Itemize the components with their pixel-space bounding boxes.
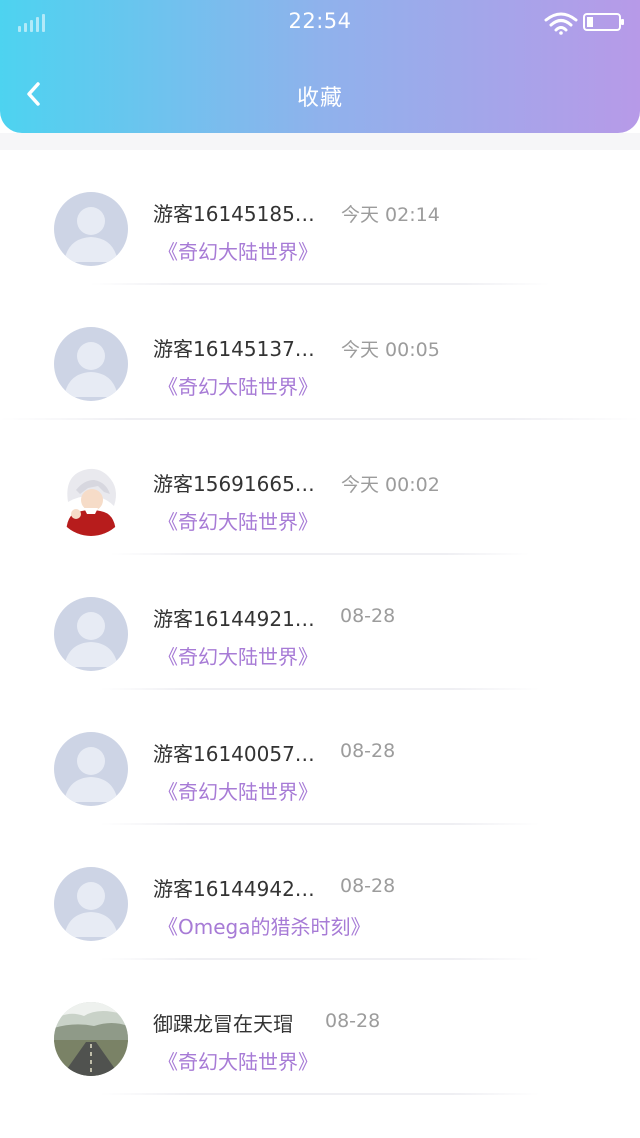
road-photo-avatar-icon: [54, 1002, 128, 1076]
page-title: 收藏: [296, 86, 343, 111]
anime-avatar-icon: [54, 462, 128, 536]
book-title-link[interactable]: 《奇幻大陆世界》: [158, 506, 318, 535]
book-title-link[interactable]: 《Omega的猎杀时刻》: [158, 911, 370, 940]
divider: [100, 1093, 540, 1095]
book-title-link[interactable]: 《奇幻大陆世界》: [158, 1046, 318, 1075]
default-avatar-icon: [54, 597, 128, 671]
default-avatar-icon: [54, 192, 128, 266]
book-title-link[interactable]: 《奇幻大陆世界》: [158, 641, 318, 670]
header-spacer: [0, 133, 640, 150]
favorites-list: 游客16145185… 今天 02:14 《奇幻大陆世界》 游客16145137…: [0, 150, 640, 1095]
user-name: 游客16144921…: [153, 607, 315, 631]
list-item[interactable]: 御踝龙冒在天瑁 08-28 《奇幻大陆世界》: [0, 960, 640, 1095]
status-bar: 22:54: [0, 0, 640, 44]
timestamp: 今天 00:02: [341, 474, 440, 496]
book-title-link[interactable]: 《奇幻大陆世界》: [158, 236, 318, 265]
default-avatar-icon: [54, 327, 128, 401]
user-name: 游客15691665…: [153, 472, 315, 496]
header-bar: 22:54 收藏: [0, 0, 640, 133]
user-name: 游客16145185…: [153, 202, 315, 226]
list-item[interactable]: 游客16144921… 08-28 《奇幻大陆世界》: [0, 555, 640, 690]
timestamp: 今天 00:05: [341, 339, 440, 361]
list-item[interactable]: 游客15691665… 今天 00:02 《奇幻大陆世界》: [0, 420, 640, 555]
list-item[interactable]: 游客16145137… 今天 00:05 《奇幻大陆世界》: [0, 285, 640, 420]
user-name: 游客16140057…: [153, 742, 315, 766]
timestamp: 08-28: [340, 740, 396, 762]
book-title-link[interactable]: 《奇幻大陆世界》: [158, 371, 318, 400]
book-title-link[interactable]: 《奇幻大陆世界》: [158, 776, 318, 805]
default-avatar-icon: [54, 867, 128, 941]
default-avatar-icon: [54, 732, 128, 806]
user-name: 御踝龙冒在天瑁: [153, 1012, 293, 1036]
list-item[interactable]: 游客16144942… 08-28 《Omega的猎杀时刻》: [0, 825, 640, 960]
wifi-icon: [544, 12, 578, 35]
list-item[interactable]: 游客16140057… 08-28 《奇幻大陆世界》: [0, 690, 640, 825]
timestamp: 08-28: [340, 875, 396, 897]
list-item[interactable]: 游客16145185… 今天 02:14 《奇幻大陆世界》: [0, 150, 640, 285]
timestamp: 今天 02:14: [341, 204, 440, 226]
battery-icon: [583, 13, 624, 31]
user-name: 游客16145137…: [153, 337, 315, 361]
timestamp: 08-28: [325, 1010, 381, 1032]
timestamp: 08-28: [340, 605, 396, 627]
user-name: 游客16144942…: [153, 877, 315, 901]
